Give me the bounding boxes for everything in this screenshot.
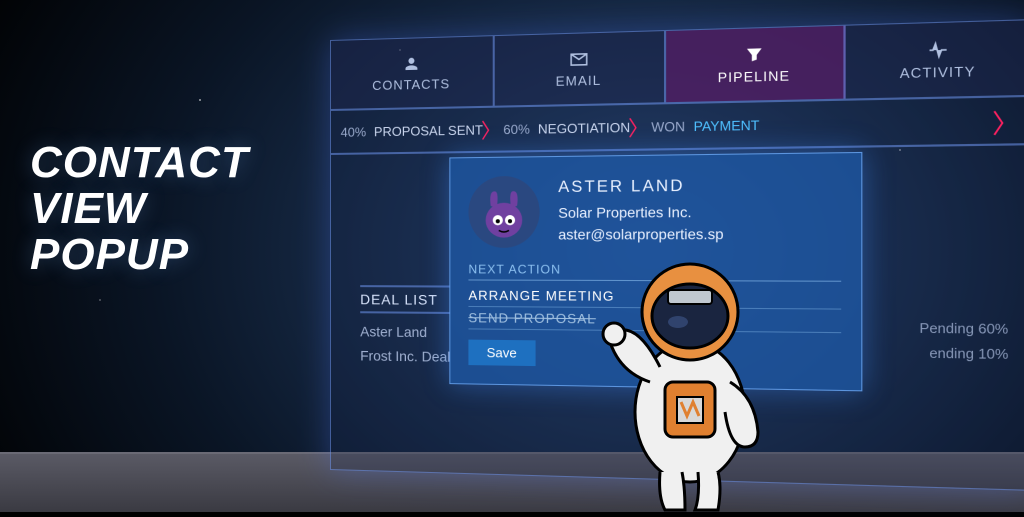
contact-company: Solar Properties Inc. [558,201,723,224]
envelope-icon [568,49,589,68]
tab-pipeline[interactable]: PIPELINE [666,26,846,102]
person-icon [401,54,421,73]
next-stage-arrow[interactable]: 〉 [992,101,1020,140]
tab-label: EMAIL [556,72,602,89]
tab-label: ACTIVITY [900,63,976,81]
headline: CONTACT VIEW POPUP [30,140,249,279]
stage-proposal[interactable]: 40% PROPOSAL SENT 〉 [331,122,493,140]
alien-icon [481,185,528,239]
avatar [468,176,539,248]
pulse-icon [926,39,949,59]
stage-negotiation[interactable]: 60% NEGOTIATION 〉 [493,119,641,137]
tab-activity[interactable]: ACTIVITY [846,20,1024,98]
pending-item: ending 10% [919,345,1008,362]
deal-list: DEAL LIST Aster Land Frost Inc. Deal [360,285,450,373]
funnel-icon [743,45,765,65]
deal-item[interactable]: Frost Inc. Deal [360,347,450,364]
stage-payment[interactable]: WON PAYMENT [641,117,771,135]
tab-label: CONTACTS [372,76,450,93]
tab-label: PIPELINE [718,67,790,85]
save-button[interactable]: Save [468,340,535,366]
deal-list-title: DEAL LIST [360,285,450,314]
contact-name: ASTER LAND [558,174,723,201]
pending-list: Pending 60% ending 10% [919,320,1008,371]
tab-contacts[interactable]: CONTACTS [331,36,495,109]
pending-item: Pending 60% [919,320,1008,337]
tab-email[interactable]: EMAIL [495,31,666,106]
astronaut-illustration [590,232,790,512]
deal-item[interactable]: Aster Land [360,323,450,340]
